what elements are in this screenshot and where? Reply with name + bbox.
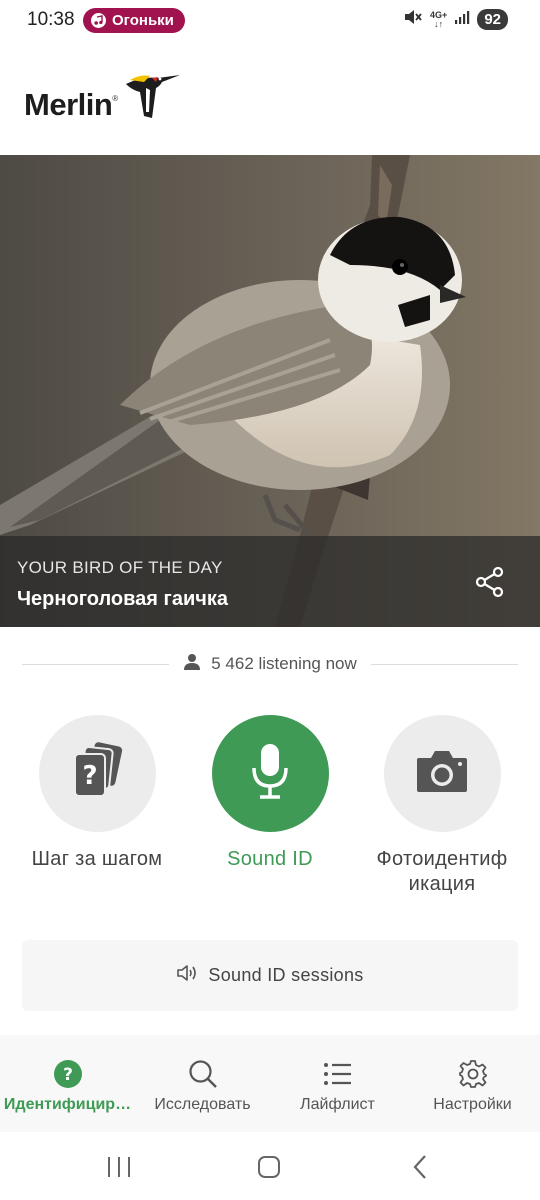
photo-id-label-line1: Фотоидентиф [376,848,508,870]
sound-id-button[interactable] [211,715,329,832]
step-by-step-option[interactable]: ? Шаг за шагом [12,715,182,872]
nav-lifelist[interactable]: Лайфлист [270,1035,405,1132]
sound-id-sessions-button[interactable]: Sound ID sessions [22,940,518,1011]
bottom-navigation: ? Идентифицир… Исследовать Лайфлист Наст… [0,1035,540,1132]
nav-settings-label: Настройки [433,1096,512,1113]
photo-id-label: Фотоидентиф икация [357,847,527,897]
gear-icon [458,1059,488,1089]
logo-mark: ® [112,94,119,103]
photo-id-button[interactable] [383,715,501,832]
hero-caption: YOUR BIRD OF THE DAY Черноголовая гаичка [0,536,540,627]
battery-badge: 92 [477,9,508,30]
status-time: 10:38 [27,9,75,30]
camera-icon [415,748,469,799]
share-icon[interactable] [474,566,506,598]
sessions-label: Sound ID sessions [208,965,364,985]
person-icon [183,653,201,676]
bird-of-the-day-card[interactable]: YOUR BIRD OF THE DAY Черноголовая гаичка [0,155,540,627]
nav-settings[interactable]: Настройки [405,1035,540,1132]
logo-text: Merlin [24,87,113,122]
nav-identify-label: Идентифицир… [3,1096,132,1113]
nav-explore[interactable]: Исследовать [135,1035,270,1132]
photo-id-label-line2: икация [408,873,476,895]
svg-text:?: ? [82,761,97,791]
back-icon[interactable] [406,1152,436,1182]
music-note-icon [91,13,106,28]
network-arrows: ↓↑ [434,18,444,29]
sound-id-label: Sound ID [227,848,313,870]
svg-text:?: ? [63,1065,73,1085]
bird-of-day-name: Черноголовая гаичка [17,588,229,610]
question-cards-icon: ? [71,742,123,805]
nav-lifelist-label: Лайфлист [300,1096,375,1113]
merlin-logo: Merlin ® [24,72,184,123]
speaker-icon [176,963,198,988]
listening-now-row: 5 462 listening now [22,650,519,678]
signal-icon [454,9,470,30]
bird-of-day-kicker: YOUR BIRD OF THE DAY [17,558,223,577]
question-circle-icon: ? [53,1059,83,1089]
music-pill-label: Огоньки [112,12,174,29]
microphone-icon [250,742,290,805]
step-by-step-label: Шаг за шагом [31,848,163,870]
sound-id-option[interactable]: Sound ID [185,715,355,872]
list-icon [323,1059,353,1089]
search-icon [188,1059,218,1089]
home-icon[interactable] [254,1152,284,1182]
recent-apps-icon[interactable] [104,1152,134,1182]
divider [370,663,519,665]
status-bar: 10:38 Огоньки 4G+ ↓↑ 92 [0,0,540,42]
mute-icon [403,8,423,31]
nav-identify[interactable]: ? Идентифицир… [0,1035,135,1132]
music-pill[interactable]: Огоньки [83,8,185,33]
woodpecker-logo-icon [122,72,184,125]
nav-explore-label: Исследовать [154,1096,251,1113]
system-navigation-bar [0,1132,540,1200]
divider [22,663,170,665]
listening-count: 5 462 listening now [211,654,357,673]
network-indicator: 4G+ ↓↑ [430,10,447,29]
step-by-step-button[interactable]: ? [38,715,156,832]
photo-id-option[interactable]: Фотоидентиф икация [357,715,527,897]
